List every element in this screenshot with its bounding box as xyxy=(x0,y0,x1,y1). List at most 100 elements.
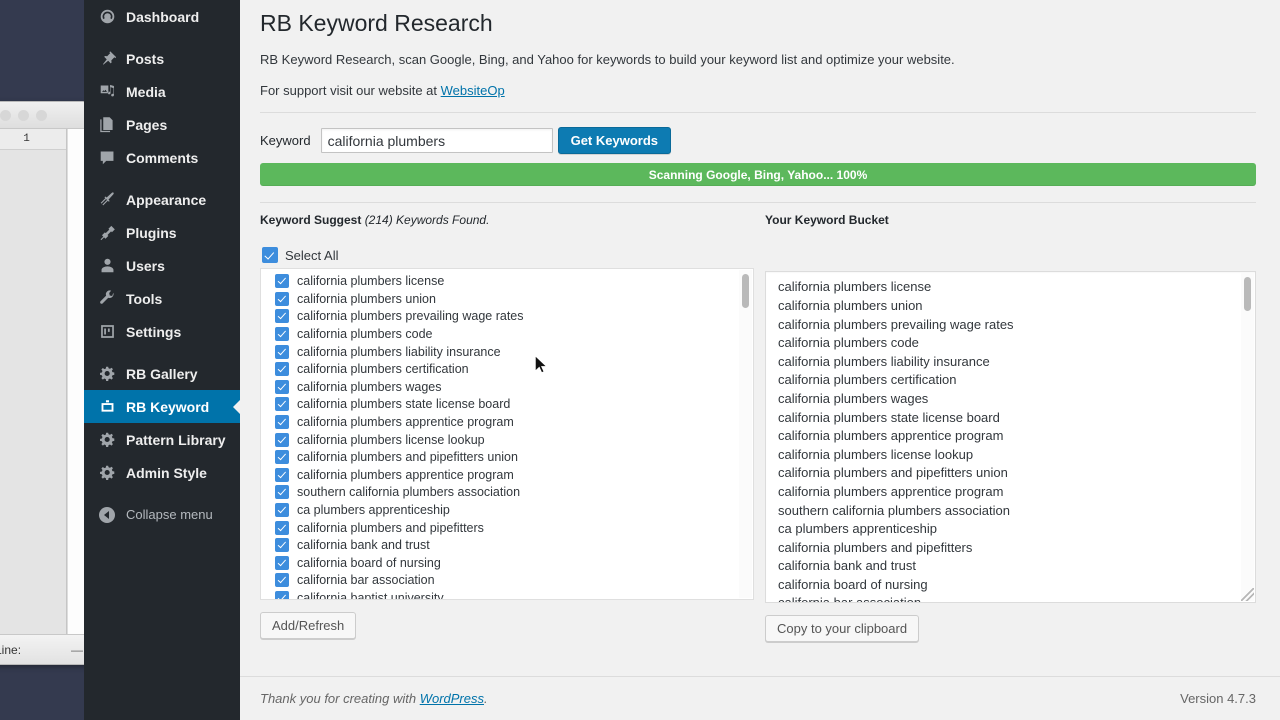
keyword-checkbox[interactable] xyxy=(275,467,289,482)
keyword-suggest-row[interactable]: california bank and trust xyxy=(265,536,753,554)
keyword-checkbox[interactable] xyxy=(275,326,289,341)
wordpress-link[interactable]: WordPress xyxy=(420,691,484,706)
keyword-suggest-row[interactable]: california plumbers certification xyxy=(265,360,753,378)
keyword-suggest-label: california plumbers liability insurance xyxy=(297,344,501,359)
keyword-bucket-line: california plumbers and pipefitters xyxy=(778,539,973,555)
keyword-checkbox[interactable] xyxy=(275,274,289,289)
sidebar-item-label: Users xyxy=(126,257,165,274)
keyword-suggest-row[interactable]: california board of nursing xyxy=(265,554,753,572)
keyword-suggest-row[interactable]: california plumbers wages xyxy=(265,378,753,396)
websiteop-link[interactable]: WebsiteOp xyxy=(441,83,505,98)
keyword-bucket-line: california board of nursing xyxy=(778,576,928,592)
keyword-suggest-label: california plumbers license lookup xyxy=(297,432,485,447)
keyword-suggest-row[interactable]: california plumbers apprentice program xyxy=(265,466,753,484)
keyword-suggest-row[interactable]: california plumbers code xyxy=(265,325,753,343)
bucket-scrollbar[interactable] xyxy=(1241,273,1254,602)
add-refresh-button[interactable]: Add/Refresh xyxy=(260,612,357,640)
maximize-window-dot-icon[interactable] xyxy=(36,109,47,121)
keyword-checkbox[interactable] xyxy=(275,291,289,306)
keyword-checkbox[interactable] xyxy=(275,502,289,517)
keyword-checkbox[interactable] xyxy=(275,309,289,324)
sidebar-collapse-menu-button[interactable]: Collapse menu xyxy=(84,498,240,531)
sidebar-item-settings[interactable]: Settings xyxy=(84,315,240,348)
background-editor-window: 1 Line: — xyxy=(0,101,88,665)
keyword-checkbox[interactable] xyxy=(275,520,289,535)
keyword-suggest-row[interactable]: california baptist university xyxy=(265,589,753,600)
keyword-suggest-label: california plumbers union xyxy=(297,291,436,306)
keyword-suggest-row[interactable]: california plumbers license xyxy=(265,272,753,290)
keyword-input[interactable] xyxy=(320,128,553,154)
sidebar-item-users[interactable]: Users xyxy=(84,249,240,282)
get-keywords-button[interactable]: Get Keywords xyxy=(557,127,671,155)
keyword-suggest-row[interactable]: california plumbers prevailing wage rate… xyxy=(265,308,753,326)
keyword-bucket-line: california plumbers license lookup xyxy=(778,446,974,462)
copy-to-clipboard-button[interactable]: Copy to your clipboard xyxy=(765,615,920,643)
sidebar-item-label: Comments xyxy=(126,149,199,166)
select-all-checkbox[interactable] xyxy=(262,247,278,264)
sidebar-item-dashboard[interactable]: Dashboard xyxy=(84,0,240,33)
keyword-suggest-row[interactable]: california plumbers apprentice program xyxy=(265,413,753,431)
select-all-row[interactable]: Select All xyxy=(260,247,754,264)
keyword-suggest-row[interactable]: ca plumbers apprenticeship xyxy=(265,501,753,519)
sidebar-item-label: Admin Style xyxy=(126,464,207,481)
add-refresh-row: Add/Refresh xyxy=(260,612,754,640)
admin-footer: Thank you for creating with WordPress. V… xyxy=(240,676,1280,720)
sidebar-item-posts[interactable]: Posts xyxy=(84,42,240,75)
keyword-suggest-row[interactable]: southern california plumbers association xyxy=(265,484,753,502)
keyword-suggest-row[interactable]: california plumbers and pipefitters unio… xyxy=(265,448,753,466)
close-window-dot-icon[interactable] xyxy=(0,109,11,121)
keyword-checkbox[interactable] xyxy=(275,555,289,570)
sidebar-item-pages[interactable]: Pages xyxy=(84,108,240,141)
keyword-bucket-line: california plumbers union xyxy=(778,297,923,313)
suggest-list-scrollbar[interactable] xyxy=(739,270,752,599)
keyword-checkbox[interactable] xyxy=(275,590,289,600)
keyword-checkbox[interactable] xyxy=(275,362,289,377)
keyword-suggest-row[interactable]: california plumbers state license board xyxy=(265,396,753,414)
keyword-checkbox[interactable] xyxy=(275,344,289,359)
minimize-window-dot-icon[interactable] xyxy=(18,109,29,121)
content-wrap: RB Keyword Research RB Keyword Research,… xyxy=(240,0,1280,643)
keyword-checkbox[interactable] xyxy=(275,379,289,394)
keyword-bucket-heading: Your Keyword Bucket xyxy=(765,213,889,228)
sidebar-item-tools[interactable]: Tools xyxy=(84,282,240,315)
keyword-suggest-row[interactable]: california plumbers license lookup xyxy=(265,431,753,449)
sidebar-item-rb-keyword[interactable]: RB Keyword xyxy=(84,390,240,423)
bucket-scrollbar-thumb[interactable] xyxy=(1244,277,1251,312)
sidebar-item-media[interactable]: Media xyxy=(84,75,240,108)
keyword-checkbox[interactable] xyxy=(275,432,289,447)
keyword-suggest-listbox[interactable]: california plumbers license california pl… xyxy=(260,268,754,601)
paintbrush-icon xyxy=(97,190,117,210)
footer-thanks: Thank you for creating with WordPress. xyxy=(260,691,488,706)
textarea-resize-grip[interactable] xyxy=(1241,588,1254,602)
keyword-checkbox[interactable] xyxy=(275,397,289,412)
keyword-suggest-row[interactable]: california plumbers liability insurance xyxy=(265,343,753,361)
sidebar-item-pattern-library[interactable]: Pattern Library xyxy=(84,423,240,456)
keyword-bucket-line: ca plumbers apprenticeship xyxy=(778,521,937,537)
sidebar-item-appearance[interactable]: Appearance xyxy=(84,183,240,216)
keyword-suggest-column: Keyword Suggest (214) Keywords Found. Se… xyxy=(260,213,754,642)
keyword-bucket-line: california plumbers certification xyxy=(778,372,957,388)
sidebar-item-plugins[interactable]: Plugins xyxy=(84,216,240,249)
suggest-list-scrollbar-thumb[interactable] xyxy=(742,274,749,309)
keyword-checkbox[interactable] xyxy=(275,485,289,500)
keyword-suggest-row[interactable]: california plumbers and pipefitters xyxy=(265,519,753,537)
keyword-suggest-label: southern california plumbers association xyxy=(297,485,521,500)
pin-icon xyxy=(97,49,117,69)
sidebar-item-comments[interactable]: Comments xyxy=(84,141,240,174)
page-description: RB Keyword Research, scan Google, Bing, … xyxy=(260,51,955,67)
keyword-checkbox[interactable] xyxy=(275,414,289,429)
keyword-suggest-row[interactable]: california plumbers union xyxy=(265,290,753,308)
keyword-suggest-row[interactable]: california bar association xyxy=(265,571,753,589)
keyword-checkbox[interactable] xyxy=(275,450,289,465)
sidebar-item-label: RB Gallery xyxy=(126,365,198,382)
sidebar-item-admin-style[interactable]: Admin Style xyxy=(84,456,240,489)
keyword-suggest-label: california plumbers and pipefitters xyxy=(297,520,484,535)
keyword-checkbox[interactable] xyxy=(275,573,289,588)
sidebar-item-rb-gallery[interactable]: RB Gallery xyxy=(84,357,240,390)
keyword-checkbox[interactable] xyxy=(275,538,289,553)
scan-progress-label: Scanning Google, Bing, Yahoo... 100% xyxy=(648,167,868,182)
keyword-bucket-textarea[interactable]: california plumbers license california pl… xyxy=(765,271,1256,604)
keyword-suggest-label: california plumbers and pipefitters unio… xyxy=(297,450,518,465)
sidebar-item-label: Pages xyxy=(126,116,168,133)
suggest-heading-prefix: Keyword Suggest xyxy=(260,213,365,228)
